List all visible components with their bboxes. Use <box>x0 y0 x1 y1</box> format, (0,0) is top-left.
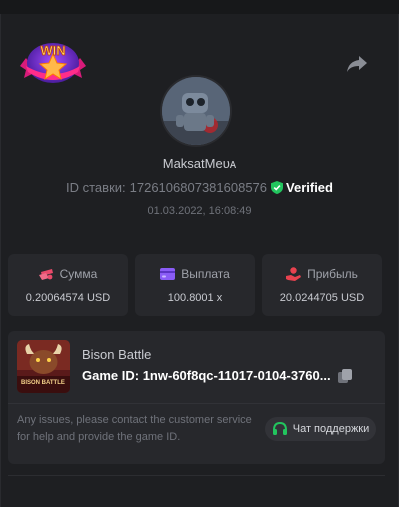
avatar <box>162 77 230 145</box>
game-info-card: BISON BATTLE Bison Battle Game ID: 1nw-6… <box>8 331 385 464</box>
copy-icon <box>338 369 352 383</box>
username: MaksatMeᴜᴀ <box>162 156 237 171</box>
game-card-divider <box>8 403 385 404</box>
stat-card-profit: Прибыль 20.0244705 USD <box>262 254 382 316</box>
stat-value-profit: 20.0244705 USD <box>279 291 365 304</box>
panel-top-strip <box>0 0 399 14</box>
game-title: Bison Battle <box>82 347 152 362</box>
win-badge-icon: WIN <box>20 43 86 83</box>
game-thumb-title: BISON BATTLE <box>21 380 65 386</box>
profit-hand-icon <box>286 266 302 281</box>
game-id-label: Game ID: <box>82 368 140 383</box>
bison-battle-game-icon: BISON BATTLE <box>17 340 70 393</box>
win-badge-text: WIN <box>40 43 65 58</box>
stat-value-payout: 100.8001 x <box>167 291 223 304</box>
wallet-icon <box>160 267 176 280</box>
support-hint-text: Any issues, please contact the customer … <box>17 414 252 443</box>
stat-value-amount: 0.20064574 USD <box>25 291 111 304</box>
coins-icon <box>38 269 53 280</box>
copy-game-id-button[interactable] <box>337 368 353 384</box>
robot-avatar-icon <box>162 77 230 145</box>
bet-datetime: 01.03.2022, 16:08:49 <box>147 205 252 217</box>
panel-left-edge <box>0 14 1 507</box>
support-chat-button[interactable]: Чат поддержки <box>265 417 376 441</box>
game-id: Game ID: 1nw-60f8qc-11017-0104-3760... <box>82 368 332 383</box>
game-thumbnail[interactable]: BISON BATTLE <box>17 340 70 393</box>
bet-id-value: 1726106807381608576 <box>129 180 268 195</box>
bet-details-panel: WIN MaksatMeᴜᴀ ID ставки: 17261068073816… <box>0 0 399 507</box>
stat-card-amount: Сумма 0.20064574 USD <box>8 254 128 316</box>
bet-id-label: ID ставки: <box>66 180 126 195</box>
share-arrow-icon <box>347 56 367 72</box>
headset-icon <box>272 421 287 435</box>
stat-label-payout: Выплата <box>181 266 230 281</box>
stats-row: Сумма 0.20064574 USD Выплата 100.8001 x <box>8 254 382 316</box>
stat-label-amount: Сумма <box>59 266 98 281</box>
stat-label-profit: Прибыль <box>307 266 358 281</box>
stat-card-payout: Выплата 100.8001 x <box>135 254 255 316</box>
game-id-value: 1nw-60f8qc-11017-0104-3760... <box>142 368 331 383</box>
bet-id-line: ID ставки: 1726106807381608576 Verified <box>0 180 399 195</box>
shield-check-icon <box>271 181 284 194</box>
verified-label: Verified <box>286 180 333 195</box>
bottom-divider <box>8 475 385 476</box>
share-button[interactable] <box>344 52 370 76</box>
support-chat-label: Чат поддержки <box>292 423 370 435</box>
verified-status: Verified <box>271 180 333 195</box>
